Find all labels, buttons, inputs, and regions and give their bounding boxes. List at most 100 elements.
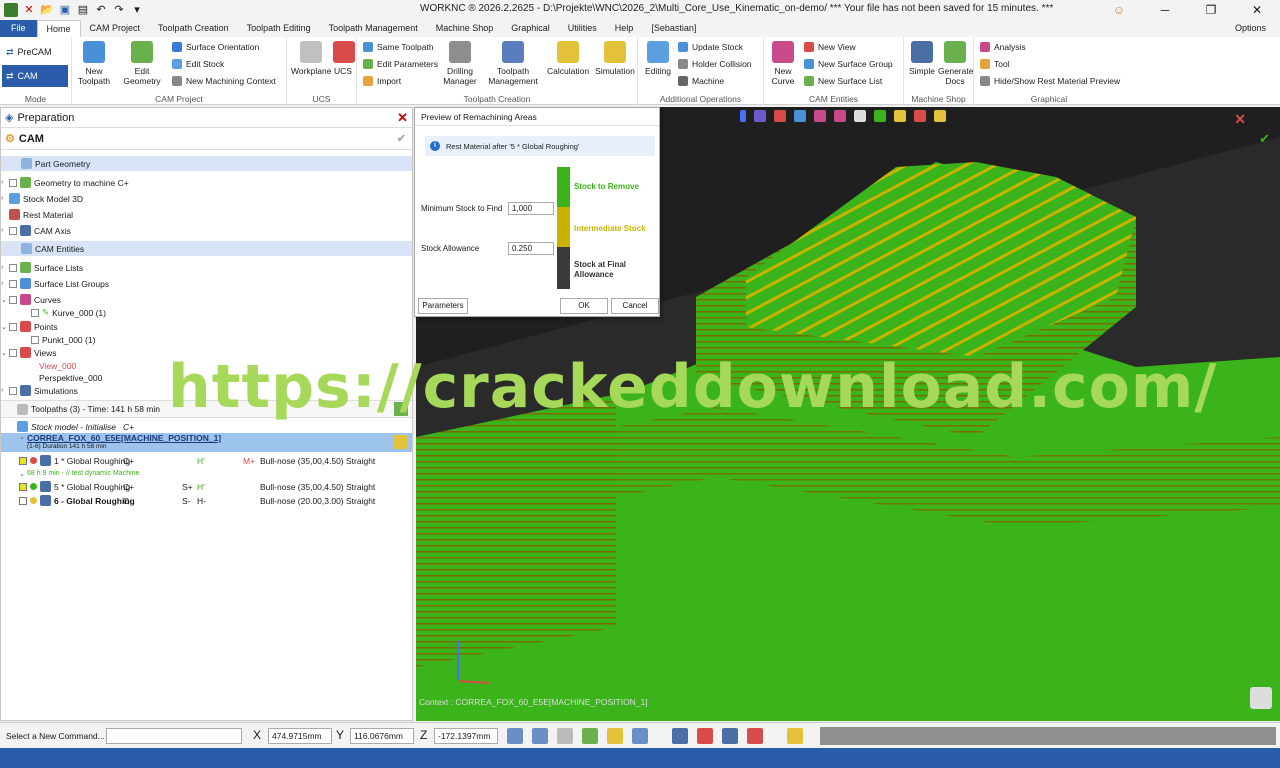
user-icon[interactable]: ☺ bbox=[1096, 0, 1142, 20]
cam-axis-checkbox[interactable] bbox=[9, 226, 17, 235]
calc-status-icon[interactable] bbox=[787, 728, 803, 744]
tree-rest-material[interactable]: Rest Material bbox=[1, 207, 412, 222]
surface-groups-checkbox[interactable] bbox=[9, 279, 17, 288]
view-icon-4[interactable] bbox=[794, 110, 806, 122]
edit-parameters-button[interactable]: Edit Parameters bbox=[363, 59, 438, 69]
tab-graphical[interactable]: Graphical bbox=[502, 20, 559, 37]
view-cube-icon[interactable] bbox=[1250, 687, 1272, 709]
cam-mode-button[interactable]: ⇄ CAM bbox=[2, 65, 68, 87]
view-icon-5[interactable] bbox=[814, 110, 826, 122]
tab-toolpath-creation[interactable]: Toolpath Creation bbox=[149, 20, 238, 37]
tab-help[interactable]: Help bbox=[606, 20, 643, 37]
drilling-manager-button[interactable]: Drilling Manager bbox=[441, 41, 479, 86]
simulation-button[interactable]: Simulation bbox=[595, 41, 635, 76]
snap-icon[interactable] bbox=[607, 728, 623, 744]
tab-utilities[interactable]: Utilities bbox=[559, 20, 606, 37]
tree-kurve[interactable]: ✎ Kurve_000 (1) bbox=[1, 305, 412, 320]
tree-cam-entities[interactable]: CAM Entities bbox=[1, 241, 412, 256]
tab-file[interactable]: File bbox=[0, 20, 37, 37]
view-icon-7[interactable] bbox=[854, 110, 866, 122]
machine-position-row[interactable]: ⌄ CORREA_FOX_60_E5E[MACHINE_POSITION_1] (1… bbox=[1, 433, 412, 452]
new-view-button[interactable]: New View bbox=[804, 42, 856, 52]
cancel-button[interactable]: Cancel bbox=[611, 298, 659, 314]
info-status-icon[interactable] bbox=[672, 728, 688, 744]
view-icon-6[interactable] bbox=[834, 110, 846, 122]
close-button[interactable]: ✕ bbox=[1234, 0, 1280, 20]
new-surface-list-button[interactable]: New Surface List bbox=[804, 76, 882, 86]
new-machining-context-button[interactable]: New Machining Context bbox=[172, 76, 276, 86]
z-coordinate[interactable]: -172.1397mm bbox=[434, 728, 498, 744]
pick-icon[interactable] bbox=[532, 728, 548, 744]
curves-checkbox[interactable] bbox=[9, 295, 17, 304]
machine-position-icon[interactable] bbox=[394, 435, 408, 449]
options-menu[interactable]: Options bbox=[1235, 20, 1266, 37]
same-toolpath-button[interactable]: Same Toolpath bbox=[363, 42, 434, 52]
surface-orientation-button[interactable]: Surface Orientation bbox=[172, 42, 259, 52]
tree-stock-model[interactable]: › Stock Model 3D bbox=[1, 191, 412, 206]
surface-lists-checkbox[interactable] bbox=[9, 263, 17, 272]
measure-icon[interactable] bbox=[557, 728, 573, 744]
open-icon[interactable]: 📂 bbox=[40, 3, 54, 17]
customize-icon[interactable]: ▾ bbox=[130, 3, 144, 17]
x-coordinate[interactable]: 474.9715mm bbox=[268, 728, 332, 744]
generate-docs-button[interactable]: Generate Docs bbox=[938, 41, 973, 86]
ok-button[interactable]: OK bbox=[560, 298, 608, 314]
check-icon[interactable]: ✔ bbox=[397, 132, 406, 145]
edit-geometry-button[interactable]: Edit Geometry bbox=[120, 41, 164, 86]
tab-machine-shop[interactable]: Machine Shop bbox=[427, 20, 503, 37]
user-status-icon[interactable] bbox=[722, 728, 738, 744]
new-toolpath-button[interactable]: New Toolpath bbox=[76, 41, 112, 86]
tree-cam-axis[interactable]: › CAM Axis bbox=[1, 223, 412, 238]
tree-surface-lists[interactable]: › Surface Lists bbox=[1, 260, 412, 275]
tool-button[interactable]: Tool bbox=[980, 59, 1010, 69]
views-checkbox[interactable] bbox=[9, 348, 17, 357]
toolpath-row-6[interactable]: 6 - Global Roughing C- S- H- Bull-nose (20.0… bbox=[1, 493, 412, 508]
points-checkbox[interactable] bbox=[9, 322, 17, 331]
machine-status-icon[interactable] bbox=[697, 728, 713, 744]
hide-show-rest-button[interactable]: Hide/Show Rest Material Preview bbox=[980, 76, 1120, 86]
new-curve-button[interactable]: New Curve bbox=[768, 41, 798, 86]
close-panel-icon[interactable]: ✕ bbox=[397, 110, 408, 126]
new-surface-group-button[interactable]: New Surface Group bbox=[804, 59, 893, 69]
view-icon-9[interactable] bbox=[894, 110, 906, 122]
minimize-button[interactable]: ─ bbox=[1142, 0, 1188, 20]
geometry-checkbox[interactable] bbox=[9, 178, 17, 187]
analysis-button[interactable]: Analysis bbox=[980, 42, 1026, 52]
y-coordinate[interactable]: 116.0676mm bbox=[350, 728, 414, 744]
save-as-icon[interactable]: ▤ bbox=[76, 3, 90, 17]
editing-button[interactable]: Editing bbox=[642, 41, 674, 76]
view-icon-10[interactable] bbox=[914, 110, 926, 122]
view-icon-8[interactable] bbox=[874, 110, 886, 122]
simulations-checkbox[interactable] bbox=[9, 386, 17, 395]
precam-button[interactable]: ⇄ PreCAM bbox=[2, 41, 68, 63]
tree-geometry-to-machine[interactable]: › Geometry to machine C+ bbox=[1, 175, 412, 190]
tab-home[interactable]: Home bbox=[36, 20, 81, 37]
tree-part-geometry[interactable]: Part Geometry bbox=[1, 156, 412, 171]
kurve-checkbox[interactable] bbox=[31, 308, 39, 317]
machine-button[interactable]: Machine bbox=[678, 76, 724, 86]
ucs-button[interactable]: UCS bbox=[333, 41, 355, 76]
filter-icon[interactable] bbox=[582, 728, 598, 744]
calculation-button[interactable]: Calculation bbox=[547, 41, 589, 76]
view-icon-3[interactable] bbox=[774, 110, 786, 122]
tab-toolpath-editing[interactable]: Toolpath Editing bbox=[238, 20, 320, 37]
parameters-button[interactable]: Parameters bbox=[418, 298, 468, 314]
stock-allowance-input[interactable]: 0.250 bbox=[508, 242, 554, 255]
import-button[interactable]: Import bbox=[363, 76, 401, 86]
viewport-close-icon[interactable]: ✕ bbox=[1234, 111, 1246, 128]
calendar-icon[interactable] bbox=[747, 728, 763, 744]
edit-stock-button[interactable]: Edit Stock bbox=[172, 59, 224, 69]
viewport-check-icon[interactable]: ✔ bbox=[1259, 131, 1270, 147]
close-file-icon[interactable]: ✕ bbox=[22, 3, 36, 17]
maximize-button[interactable]: ❐ bbox=[1188, 0, 1234, 20]
select-icon[interactable] bbox=[507, 728, 523, 744]
holder-collision-button[interactable]: Holder Collision bbox=[678, 59, 752, 69]
command-input[interactable] bbox=[106, 728, 242, 744]
simple-button[interactable]: Simple bbox=[906, 41, 938, 76]
save-icon[interactable]: ▣ bbox=[58, 3, 72, 17]
tab-cam-project[interactable]: CAM Project bbox=[81, 20, 150, 37]
toolpath-row-5[interactable]: 5 * Global Roughing C+ S+ H' Bull-nose (35,0… bbox=[1, 479, 412, 494]
workplane-button[interactable]: Workplane bbox=[291, 41, 331, 76]
view-icon-1[interactable] bbox=[740, 110, 746, 122]
redo-icon[interactable]: ↷ bbox=[112, 3, 126, 17]
